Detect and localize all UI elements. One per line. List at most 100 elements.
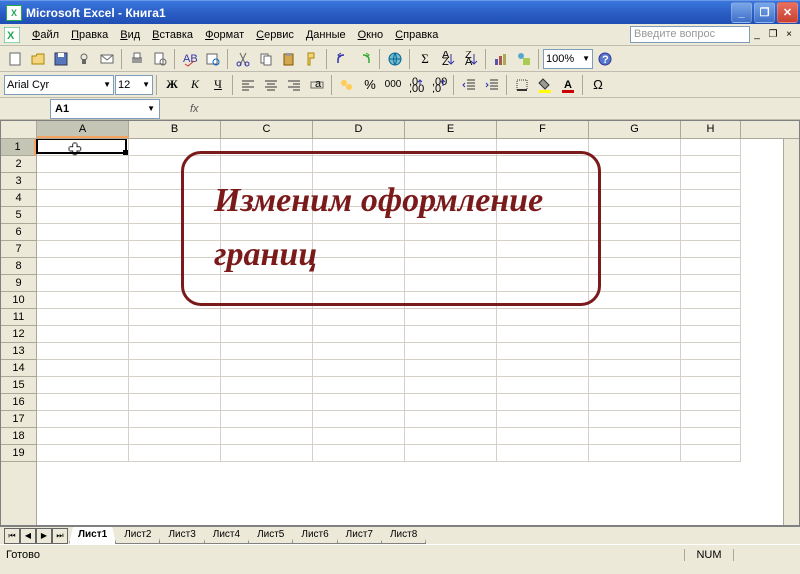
cell[interactable] — [497, 156, 589, 173]
row-header-15[interactable]: 15 — [1, 377, 36, 394]
comma-button[interactable]: 000 — [382, 74, 404, 96]
cell[interactable] — [37, 411, 129, 428]
cell[interactable] — [221, 292, 313, 309]
cell[interactable] — [681, 156, 741, 173]
doc-minimize-button[interactable]: _ — [750, 27, 764, 41]
cell[interactable] — [497, 207, 589, 224]
cell[interactable] — [37, 445, 129, 462]
cells-area[interactable]: ✚ — [37, 139, 799, 526]
cell[interactable] — [37, 156, 129, 173]
cell[interactable] — [681, 360, 741, 377]
cell[interactable] — [221, 326, 313, 343]
cell[interactable] — [221, 190, 313, 207]
cell[interactable] — [497, 275, 589, 292]
cell[interactable] — [497, 377, 589, 394]
cell[interactable] — [681, 139, 741, 156]
cell[interactable] — [497, 292, 589, 309]
cell[interactable] — [497, 445, 589, 462]
sheet-tab-Лист4[interactable]: Лист4 — [204, 527, 249, 544]
cell[interactable] — [405, 207, 497, 224]
row-header-2[interactable]: 2 — [1, 156, 36, 173]
cell[interactable] — [129, 292, 221, 309]
ask-question-box[interactable]: Введите вопрос — [630, 26, 750, 43]
cell[interactable] — [313, 428, 405, 445]
minimize-button[interactable]: _ — [731, 2, 752, 23]
row-header-8[interactable]: 8 — [1, 258, 36, 275]
cell[interactable] — [37, 139, 129, 156]
column-header-C[interactable]: C — [221, 121, 313, 138]
zoom-combo[interactable]: 100%▼ — [543, 49, 593, 69]
sheet-tab-Лист1[interactable]: Лист1 — [69, 527, 116, 544]
cell[interactable] — [497, 258, 589, 275]
row-header-5[interactable]: 5 — [1, 207, 36, 224]
row-header-11[interactable]: 11 — [1, 309, 36, 326]
cell[interactable] — [405, 445, 497, 462]
cell[interactable] — [129, 241, 221, 258]
row-header-18[interactable]: 18 — [1, 428, 36, 445]
cell[interactable] — [497, 360, 589, 377]
cell[interactable] — [221, 275, 313, 292]
cell[interactable] — [313, 309, 405, 326]
cell[interactable] — [129, 343, 221, 360]
cell[interactable] — [37, 428, 129, 445]
cell[interactable] — [681, 190, 741, 207]
row-header-12[interactable]: 12 — [1, 326, 36, 343]
cell[interactable] — [313, 394, 405, 411]
cell[interactable] — [129, 309, 221, 326]
cell[interactable] — [589, 139, 681, 156]
sheet-tab-Лист5[interactable]: Лист5 — [248, 527, 293, 544]
cell[interactable] — [221, 173, 313, 190]
cell[interactable] — [589, 428, 681, 445]
cell[interactable] — [589, 224, 681, 241]
cell[interactable] — [37, 258, 129, 275]
menu-вставка[interactable]: Вставка — [146, 27, 199, 43]
cell[interactable] — [129, 275, 221, 292]
sheet-tab-Лист8[interactable]: Лист8 — [381, 527, 426, 544]
chart-button[interactable] — [490, 48, 512, 70]
italic-button[interactable]: К — [184, 74, 206, 96]
percent-button[interactable]: % — [359, 74, 381, 96]
fx-label[interactable]: fx — [190, 103, 199, 115]
print-preview-button[interactable] — [149, 48, 171, 70]
row-header-6[interactable]: 6 — [1, 224, 36, 241]
cell[interactable] — [313, 377, 405, 394]
cell[interactable] — [497, 394, 589, 411]
cell[interactable] — [405, 326, 497, 343]
cell[interactable] — [37, 343, 129, 360]
cell[interactable] — [589, 360, 681, 377]
cell[interactable] — [681, 258, 741, 275]
increase-decimal-button[interactable]: ,0,00 — [405, 74, 427, 96]
row-header-1[interactable]: 1 — [1, 139, 36, 156]
cell[interactable] — [405, 309, 497, 326]
cell[interactable] — [221, 258, 313, 275]
cell[interactable] — [681, 275, 741, 292]
row-header-19[interactable]: 19 — [1, 445, 36, 462]
cell[interactable] — [497, 428, 589, 445]
cell[interactable] — [313, 207, 405, 224]
cell[interactable] — [497, 190, 589, 207]
cell[interactable] — [313, 241, 405, 258]
cell[interactable] — [589, 394, 681, 411]
font-color-button[interactable]: A — [557, 74, 579, 96]
cell[interactable] — [37, 309, 129, 326]
align-center-button[interactable] — [260, 74, 282, 96]
cell[interactable] — [129, 360, 221, 377]
tab-next-button[interactable]: ▶ — [36, 528, 52, 544]
cell[interactable] — [37, 190, 129, 207]
row-header-13[interactable]: 13 — [1, 343, 36, 360]
email-button[interactable] — [96, 48, 118, 70]
decrease-decimal-button[interactable]: ,00,0 — [428, 74, 450, 96]
vertical-scrollbar[interactable] — [783, 139, 799, 525]
drawing-button[interactable] — [513, 48, 535, 70]
menu-формат[interactable]: Формат — [199, 27, 250, 43]
cell[interactable] — [497, 224, 589, 241]
column-header-B[interactable]: B — [129, 121, 221, 138]
cell[interactable] — [37, 394, 129, 411]
row-header-10[interactable]: 10 — [1, 292, 36, 309]
cell[interactable] — [221, 428, 313, 445]
format-painter-button[interactable] — [301, 48, 323, 70]
cell[interactable] — [221, 394, 313, 411]
open-button[interactable] — [27, 48, 49, 70]
cell[interactable] — [221, 309, 313, 326]
merge-center-button[interactable]: a — [306, 74, 328, 96]
